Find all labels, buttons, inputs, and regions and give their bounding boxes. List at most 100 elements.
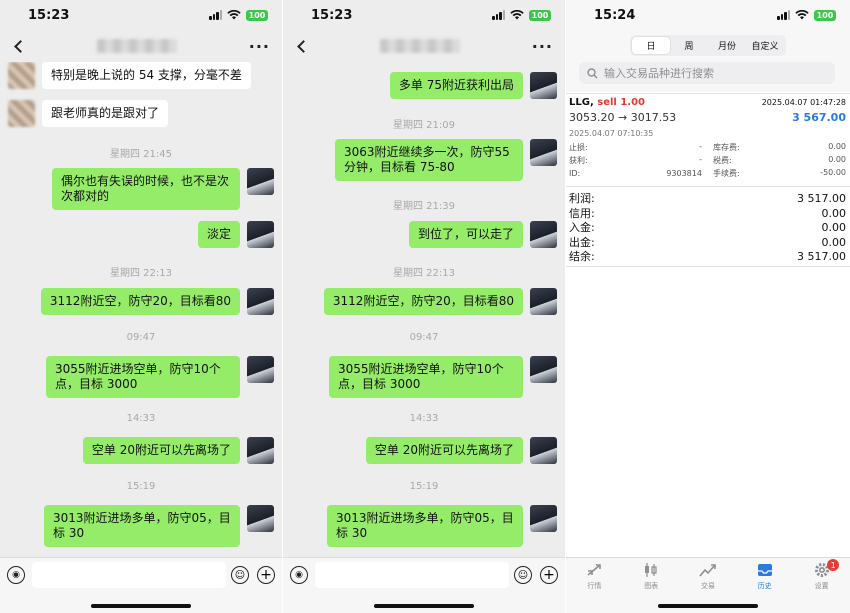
symbol-search-input[interactable]: 输入交易品种进行搜索 <box>579 62 835 84</box>
contact-name-blurred <box>379 39 460 53</box>
segment-month[interactable]: 月份 <box>708 37 746 54</box>
segment-custom[interactable]: 自定义 <box>746 37 784 54</box>
status-bar: 15:24 100 <box>566 0 850 30</box>
plus-icon[interactable]: + <box>540 566 558 584</box>
avatar[interactable] <box>530 356 557 383</box>
back-icon[interactable] <box>297 39 310 53</box>
message-bubble[interactable]: 特别是晚上说的 54 支撑，分毫不差 <box>42 62 251 89</box>
message-bubble[interactable]: 空单 20附近可以先离场了 <box>82 437 240 464</box>
notification-badge: 1 <box>827 559 840 571</box>
message-bubble[interactable]: 多单 75附近获利出局 <box>389 72 523 99</box>
tab-settings[interactable]: 1 设置 <box>793 558 850 613</box>
voice-icon[interactable]: ◉ <box>7 566 25 584</box>
avatar[interactable] <box>530 72 557 99</box>
trade-icon <box>699 562 717 578</box>
message-row: 3013附近进场多单，防守05，目标 30 <box>283 505 565 547</box>
message-row: 3112附近空，防守20，目标看80 <box>0 288 282 315</box>
message-row: 跟老师真的是跟对了 <box>0 100 282 127</box>
tab-label: 行情 <box>587 582 602 590</box>
message-row: 3055附近进场空单，防守10个点，目标 3000 <box>0 356 282 398</box>
message-row: 淡定 <box>0 221 282 248</box>
avatar[interactable] <box>8 100 35 127</box>
message-row: 特别是晚上说的 54 支撑，分毫不差 <box>0 62 282 89</box>
message-bubble[interactable]: 3112附近空，防守20，目标看80 <box>40 288 240 315</box>
deal-side: sell 1.00 <box>597 97 645 108</box>
input-bar: ◉ ☺ + <box>0 557 282 613</box>
message-list: 多单 75附近获利出局 星期四 21:09 3063附近继续多一次，防守55分钟… <box>283 62 565 557</box>
message-bubble[interactable]: 3013附近进场多单，防守05，目标 30 <box>327 505 523 547</box>
segment-week[interactable]: 周 <box>670 37 708 54</box>
quotes-icon <box>585 562 603 578</box>
avatar[interactable] <box>247 168 274 195</box>
message-row: 空单 20附近可以先离场了 <box>0 437 282 464</box>
message-row: 3013附近进场多单，防守05，目标 30 <box>0 505 282 547</box>
id-value: 9303814 <box>666 169 702 178</box>
avatar[interactable] <box>530 139 557 166</box>
avatar[interactable] <box>247 288 274 315</box>
avatar[interactable] <box>247 356 274 383</box>
status-bar: 15:23 100 <box>283 0 565 30</box>
avatar[interactable] <box>247 221 274 248</box>
avatar[interactable] <box>530 505 557 532</box>
message-bubble[interactable]: 到位了，可以走了 <box>408 221 523 248</box>
emoji-icon[interactable]: ☺ <box>231 566 249 584</box>
contact-name-blurred <box>96 39 177 53</box>
message-row: 3112附近空，防守20，目标看80 <box>283 288 565 315</box>
battery-icon: 100 <box>814 9 836 21</box>
avatar[interactable] <box>530 221 557 248</box>
segment-day[interactable]: 日 <box>632 37 670 54</box>
message-bubble[interactable]: 跟老师真的是跟对了 <box>42 100 169 127</box>
tab-label: 图表 <box>644 582 659 590</box>
message-list: 特别是晚上说的 54 支撑，分毫不差 跟老师真的是跟对了 星期四 21:45 偶… <box>0 62 282 557</box>
emoji-icon[interactable]: ☺ <box>514 566 532 584</box>
avatar[interactable] <box>530 437 557 464</box>
bottom-tab-bar: 行情 图表 交易 历史 1 设置 <box>566 557 850 613</box>
message-bubble[interactable]: 3055附近进场空单，防守10个点，目标 3000 <box>46 356 240 398</box>
storage-label: 库存费: <box>713 143 740 152</box>
timestamp: 09:47 <box>409 332 439 343</box>
signal-icon <box>777 10 790 20</box>
avatar[interactable] <box>530 288 557 315</box>
tax-label: 税费: <box>713 156 732 165</box>
avatar[interactable] <box>247 437 274 464</box>
signal-icon <box>492 10 505 20</box>
summary-profit-value: 3 517.00 <box>797 191 846 205</box>
message-bubble[interactable]: 3055附近进场空单，防守10个点，目标 3000 <box>329 356 523 398</box>
message-bubble[interactable]: 3063附近继续多一次，防守55分钟，目标看 75-80 <box>335 139 523 181</box>
period-segmented-control: 日 周 月份 自定义 <box>630 35 786 56</box>
status-bar: 15:23 100 <box>0 0 282 30</box>
wifi-icon <box>795 10 809 20</box>
timestamp: 15:19 <box>126 481 156 492</box>
fee-label: 手续费: <box>713 169 740 178</box>
fee-value: -50.00 <box>820 168 846 177</box>
timestamp: 14:33 <box>409 413 439 424</box>
avatar[interactable] <box>247 505 274 532</box>
chat-panel-1: 15:23 100 ··· 特别是晚上说的 54 支撑，分毫不差 跟老师真的是跟… <box>0 0 283 613</box>
avatar[interactable] <box>8 62 35 89</box>
more-icon[interactable]: ··· <box>249 37 270 56</box>
tab-quotes[interactable]: 行情 <box>566 558 623 613</box>
home-indicator <box>658 604 758 608</box>
sl-label: 止损: <box>569 143 588 152</box>
candlestick-icon <box>642 562 660 578</box>
voice-icon[interactable]: ◉ <box>290 566 308 584</box>
message-row: 3055附近进场空单，防守10个点，目标 3000 <box>283 356 565 398</box>
message-bubble[interactable]: 3013附近进场多单，防守05，目标 30 <box>44 505 240 547</box>
summary-profit-label: 利润: <box>569 192 595 205</box>
summary-balance-value: 3 517.00 <box>797 249 846 263</box>
message-input[interactable] <box>315 562 509 588</box>
message-bubble[interactable]: 空单 20附近可以先离场了 <box>365 437 523 464</box>
chat-header: ··· <box>0 30 282 62</box>
summary-credit-value: 0.00 <box>821 206 847 220</box>
back-icon[interactable] <box>14 39 27 53</box>
message-bubble[interactable]: 偶尔也有失误的时候，也不是次次都对的 <box>52 168 240 210</box>
message-bubble[interactable]: 淡定 <box>197 221 240 248</box>
battery-icon: 100 <box>529 9 551 21</box>
message-row: 3063附近继续多一次，防守55分钟，目标看 75-80 <box>283 139 565 181</box>
timestamp: 09:47 <box>126 332 156 343</box>
summary-withdraw-value: 0.00 <box>821 235 847 249</box>
message-bubble[interactable]: 3112附近空，防守20，目标看80 <box>323 288 523 315</box>
message-input[interactable] <box>32 562 226 588</box>
plus-icon[interactable]: + <box>257 566 275 584</box>
more-icon[interactable]: ··· <box>532 37 553 56</box>
